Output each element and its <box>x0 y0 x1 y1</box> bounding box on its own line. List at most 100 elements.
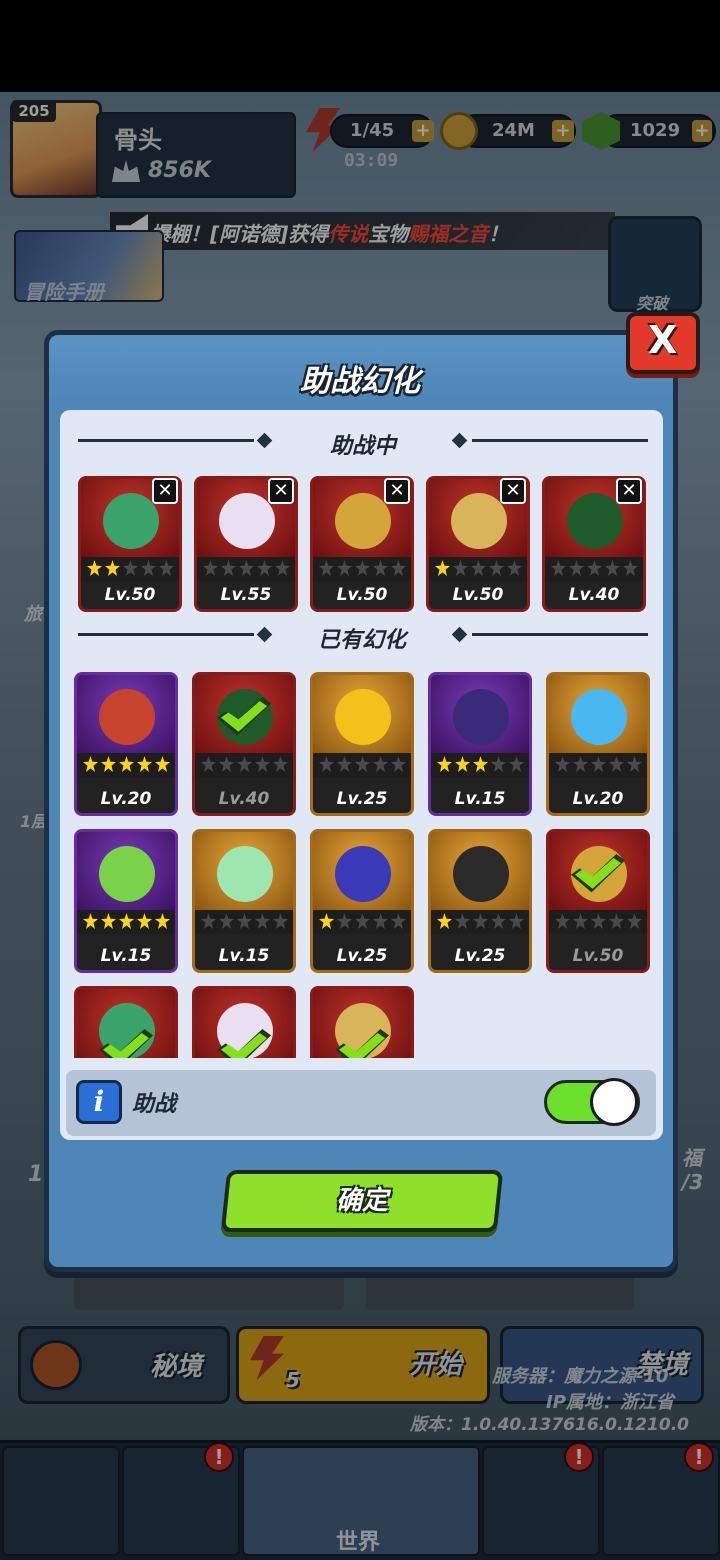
star-icon <box>623 560 638 576</box>
owned-transform-card[interactable]: Lv.15 <box>428 672 532 816</box>
star-icon <box>255 756 270 772</box>
monster-portrait <box>77 675 175 753</box>
monster-portrait <box>195 832 293 910</box>
owned-transform-card[interactable]: Lv.25 <box>428 829 532 973</box>
star-rating <box>77 753 175 777</box>
card-level: Lv.50 <box>104 585 156 605</box>
grid-scroll-clip <box>60 1058 663 1070</box>
card-level: Lv.50 <box>336 585 388 605</box>
remove-assist-button[interactable]: ✕ <box>500 478 526 504</box>
star-icon <box>555 756 570 772</box>
section-divider <box>78 633 254 636</box>
star-icon <box>101 756 116 772</box>
star-icon <box>591 913 606 929</box>
star-rating <box>549 753 647 777</box>
star-icon <box>587 560 602 576</box>
owned-transform-card[interactable]: Lv.15 <box>74 829 178 973</box>
confirm-label: 确定 <box>335 1186 388 1216</box>
star-icon <box>101 913 116 929</box>
star-icon <box>605 560 620 576</box>
owned-transform-card[interactable]: Lv.20 <box>546 672 650 816</box>
star-icon <box>201 913 216 929</box>
status-bar <box>0 0 720 92</box>
star-rating <box>431 753 529 777</box>
card-level: Lv.25 <box>454 946 506 966</box>
star-icon <box>627 913 642 929</box>
card-level: Lv.15 <box>218 946 270 966</box>
monster-icon <box>99 846 155 902</box>
star-icon <box>319 560 334 576</box>
star-icon <box>391 913 406 929</box>
remove-assist-button[interactable]: ✕ <box>268 478 294 504</box>
owned-transform-card[interactable]: Lv.25 <box>310 829 414 973</box>
monster-portrait <box>313 832 411 910</box>
owned-transform-card[interactable]: Lv.20 <box>74 672 178 816</box>
star-icon <box>273 756 288 772</box>
star-icon <box>137 756 152 772</box>
owned-transform-card[interactable]: Lv.40 <box>192 672 296 816</box>
section-divider <box>472 439 648 442</box>
star-icon <box>105 560 120 576</box>
monster-portrait <box>431 832 529 910</box>
section-divider <box>78 439 254 442</box>
star-icon <box>201 756 216 772</box>
selected-check-icon <box>571 854 625 894</box>
star-icon <box>123 560 138 576</box>
star-icon <box>471 560 486 576</box>
star-rating <box>549 910 647 934</box>
star-icon <box>569 560 584 576</box>
monster-portrait <box>431 675 529 753</box>
star-icon <box>203 560 218 576</box>
owned-transform-card[interactable]: Lv.25 <box>310 672 414 816</box>
card-level: Lv.50 <box>572 946 624 966</box>
monster-icon <box>217 846 273 902</box>
card-level: Lv.40 <box>218 789 270 809</box>
star-icon <box>573 913 588 929</box>
card-level: Lv.25 <box>336 789 388 809</box>
star-icon <box>219 913 234 929</box>
owned-transform-card[interactable]: Lv.15 <box>192 829 296 973</box>
star-icon <box>273 913 288 929</box>
star-icon <box>155 756 170 772</box>
star-rating <box>77 910 175 934</box>
star-rating <box>429 557 527 581</box>
star-icon <box>155 913 170 929</box>
card-level: Lv.15 <box>100 946 152 966</box>
star-icon <box>159 560 174 576</box>
star-icon <box>83 756 98 772</box>
remove-assist-button[interactable]: ✕ <box>616 478 642 504</box>
star-icon <box>87 560 102 576</box>
star-icon <box>237 756 252 772</box>
star-icon <box>337 560 352 576</box>
star-rating <box>313 910 411 934</box>
remove-assist-button[interactable]: ✕ <box>384 478 410 504</box>
owned-transform-card[interactable]: Lv.50 <box>546 829 650 973</box>
card-level: Lv.50 <box>452 585 504 605</box>
remove-assist-button[interactable]: ✕ <box>152 478 178 504</box>
star-icon <box>337 756 352 772</box>
star-rating <box>195 910 293 934</box>
star-icon <box>509 756 524 772</box>
star-icon <box>491 913 506 929</box>
star-rating <box>313 557 411 581</box>
star-icon <box>473 756 488 772</box>
star-icon <box>507 560 522 576</box>
star-icon <box>275 560 290 576</box>
star-rating <box>431 910 529 934</box>
assist-toggle-knob[interactable] <box>590 1078 638 1126</box>
monster-icon <box>453 689 509 745</box>
card-level: Lv.55 <box>220 585 272 605</box>
star-icon <box>221 560 236 576</box>
star-icon <box>489 560 504 576</box>
monster-icon <box>99 689 155 745</box>
star-icon <box>119 756 134 772</box>
info-icon[interactable]: i <box>76 1080 122 1124</box>
card-level: Lv.20 <box>100 789 152 809</box>
monster-portrait <box>77 832 175 910</box>
monster-icon <box>219 493 275 549</box>
star-icon <box>391 560 406 576</box>
card-level: Lv.25 <box>336 946 388 966</box>
star-rating <box>313 753 411 777</box>
star-rating <box>81 557 179 581</box>
star-icon <box>373 560 388 576</box>
